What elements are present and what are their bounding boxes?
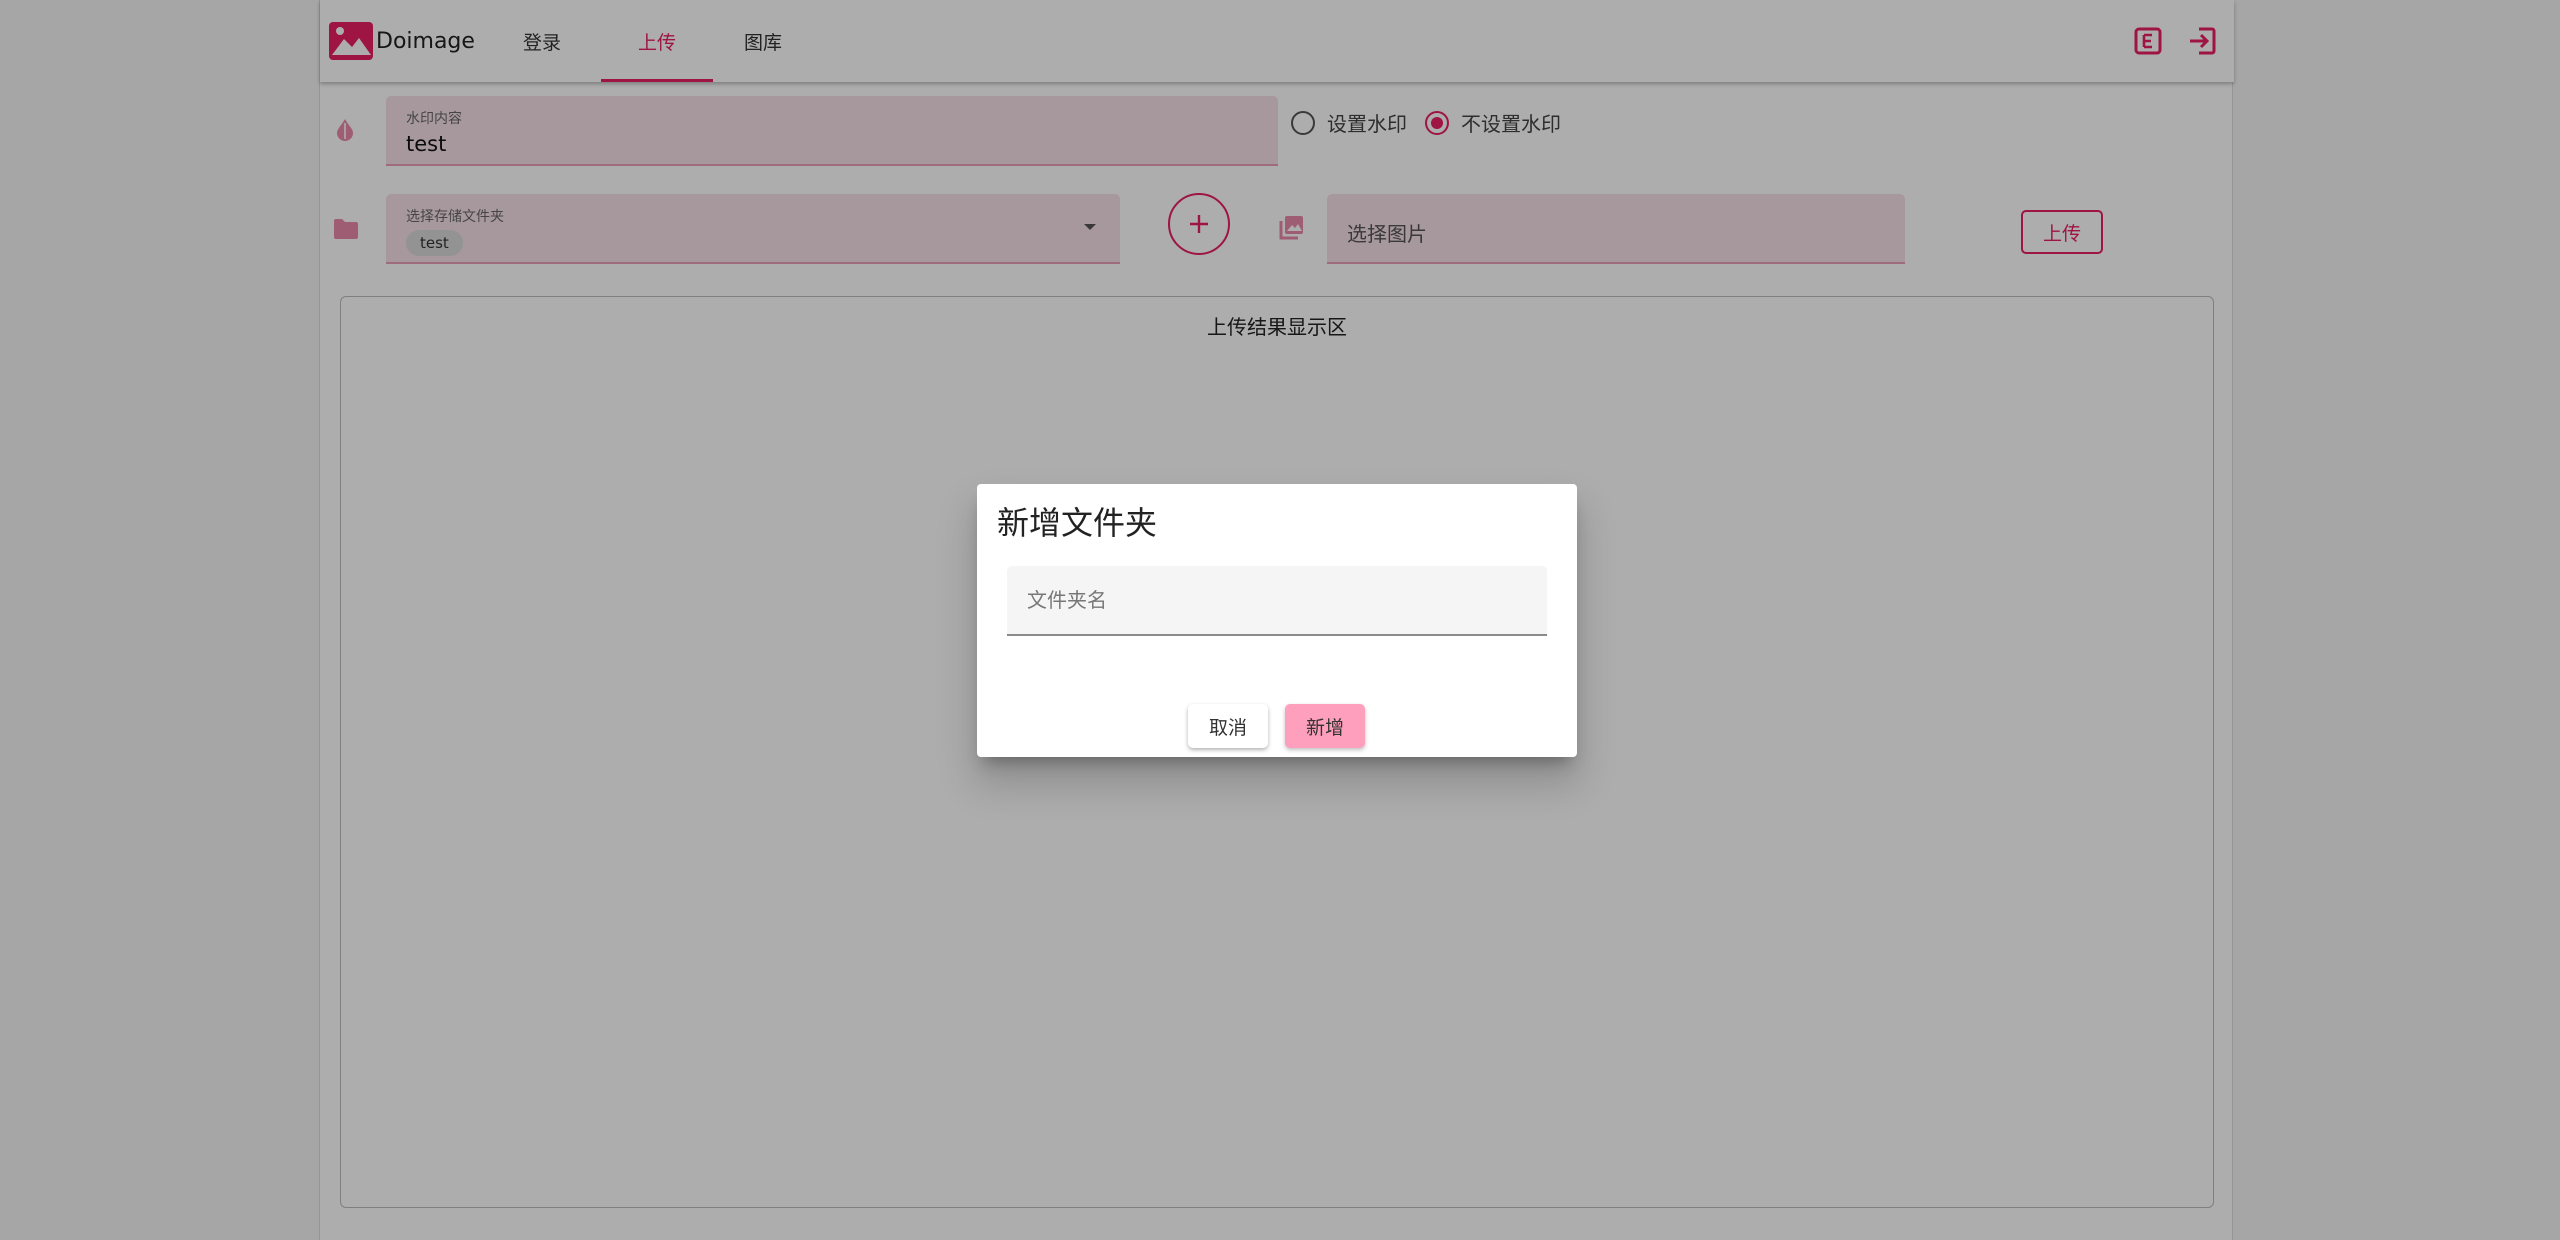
- create-folder-button-label: 新增: [1305, 716, 1344, 739]
- new-folder-dialog: 新增文件夹 取消 新增: [977, 484, 1577, 757]
- page: Doimage 登录 上传 图库 水印内容 test 设置水印 不设置水印 选择…: [0, 0, 2560, 1240]
- dialog-title: 新增文件夹: [997, 504, 1158, 542]
- folder-name-field: [1007, 566, 1547, 636]
- folder-name-input[interactable]: [1007, 566, 1547, 634]
- cancel-button-label: 取消: [1208, 716, 1247, 739]
- create-folder-button[interactable]: 新增: [1285, 704, 1365, 748]
- cancel-button[interactable]: 取消: [1188, 704, 1268, 748]
